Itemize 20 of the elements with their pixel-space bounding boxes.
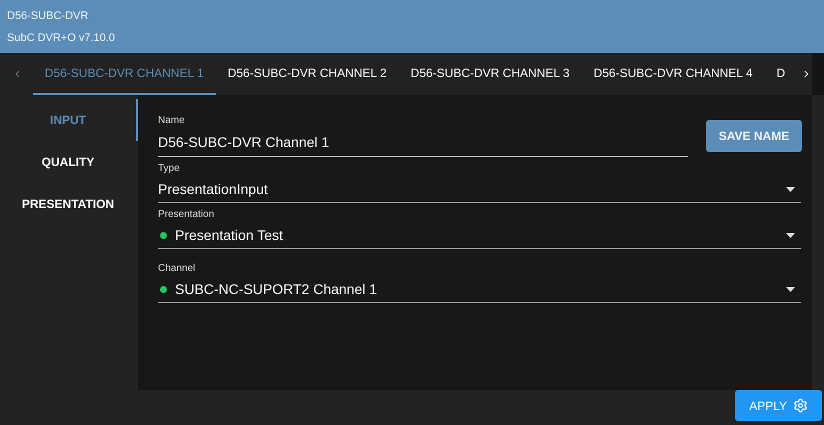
select-field[interactable]: PresentationInput (158, 176, 801, 203)
channel-tab[interactable]: D56-SUBC-DVR CHANNEL 3 (398, 53, 582, 95)
dropdown-caret-icon (786, 232, 795, 238)
dropdown-caret-icon (786, 286, 795, 292)
field-label: Type (158, 162, 181, 176)
channel-tab[interactable]: D (764, 53, 798, 95)
sidebar-tab[interactable]: PRESENTATION (0, 183, 138, 225)
settings-icon (793, 398, 808, 413)
channel-tab[interactable]: D56-SUBC-DVR CHANNEL 4 (582, 53, 765, 95)
channel-tab[interactable]: D56-SUBC-DVR CHANNEL 2 (216, 53, 399, 95)
field-label: Channel (158, 262, 196, 276)
dropdown-caret-icon (786, 186, 795, 192)
version-text: SubC DVR+O v7.10.0 (7, 30, 116, 46)
field-label: Presentation (158, 208, 216, 222)
field-label: Name (158, 114, 186, 128)
select-field[interactable]: SUBC-NC-SUPORT2 Channel 1 (158, 276, 801, 303)
name-field[interactable]: D56-SUBC-DVR Channel 1 (158, 132, 688, 153)
select-field[interactable]: Presentation Test (158, 222, 801, 249)
sidebar-tab[interactable]: QUALITY (0, 141, 138, 183)
device-name: D56-SUBC-DVR (7, 9, 90, 24)
